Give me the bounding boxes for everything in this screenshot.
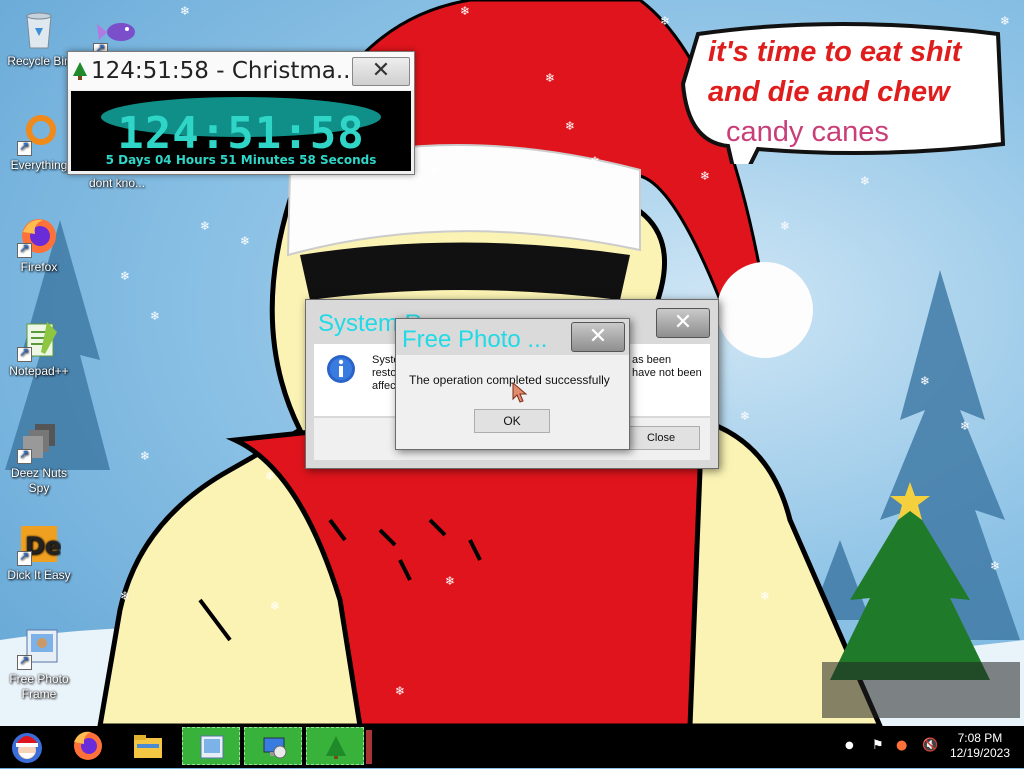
christmas-countdown-window[interactable]: 124:51:58 - Christma... ✕ 124:51:58 5 Da…	[67, 51, 415, 175]
svg-text:❄: ❄	[860, 174, 870, 188]
photo-dialog-title: Free Photo ...	[402, 326, 548, 353]
svg-text:❄: ❄	[545, 71, 555, 85]
taskbar-divider	[366, 730, 372, 764]
recycle-bin-icon	[17, 8, 61, 52]
network-icon[interactable]: ⚑	[872, 738, 884, 753]
desktop-icon-label: Firefox	[20, 260, 58, 274]
dick-it-easy-icon: De	[17, 522, 61, 566]
svg-text:❄: ❄	[960, 419, 970, 433]
desktop-icon-dick-it-easy[interactable]: De Dick It Easy	[0, 522, 78, 583]
svg-text:❄: ❄	[150, 309, 160, 323]
svg-text:❄: ❄	[270, 599, 280, 613]
taskbar-firefox-button[interactable]	[68, 726, 112, 768]
svg-text:❄: ❄	[590, 154, 600, 168]
taskbar-file-explorer-button[interactable]	[128, 726, 172, 768]
svg-text:❄: ❄	[445, 574, 455, 588]
svg-text:❄: ❄	[460, 4, 470, 18]
bubble-line-3: candy canes	[726, 116, 889, 148]
tray-dot-icon[interactable]: ●	[845, 740, 854, 751]
taskbar: ● ⚑ ● 🔇 7:08 PM 12/19/2023	[0, 726, 1024, 768]
svg-text:❄: ❄	[660, 14, 670, 28]
ok-button[interactable]: OK	[474, 409, 550, 433]
deez-nuts-spy-icon	[17, 420, 61, 464]
desktop-icon-notepad-plus-plus[interactable]: Notepad++	[0, 318, 78, 379]
firefox-icon	[17, 214, 61, 258]
photo-dialog-message: The operation completed successfully	[409, 373, 610, 387]
countdown-title: 124:51:58 - Christma...	[91, 58, 358, 84]
photo-dialog-titlebar[interactable]: Free Photo ... ✕	[396, 319, 629, 355]
svg-text:❄: ❄	[120, 269, 130, 283]
firefox-tray-icon[interactable]: ●	[896, 738, 907, 753]
svg-text:❄: ❄	[780, 219, 790, 233]
system-dialog-close-x-button[interactable]: ✕	[656, 308, 710, 338]
notepad-plus-plus-icon	[17, 318, 61, 362]
everything-icon	[17, 112, 61, 156]
mouse-cursor-icon	[512, 382, 528, 403]
taskbar-system-restore-button[interactable]	[244, 727, 302, 765]
santa-start-icon	[12, 733, 42, 763]
svg-text:❄: ❄	[265, 469, 275, 483]
taskbar-countdown-button[interactable]	[306, 727, 364, 765]
svg-text:❄: ❄	[700, 169, 710, 183]
svg-text:❄: ❄	[990, 559, 1000, 573]
countdown-close-button[interactable]: ✕	[352, 57, 410, 86]
shortcut-arrow-icon	[17, 653, 32, 670]
start-button[interactable]	[4, 726, 54, 768]
svg-text:❄: ❄	[760, 589, 770, 603]
desktop-icon-deez-nuts-spy[interactable]: Deez Nuts Spy	[0, 420, 78, 496]
svg-text:❄: ❄	[565, 119, 575, 133]
svg-text:❄: ❄	[430, 164, 440, 178]
christmas-tree-icon	[73, 62, 87, 80]
shortcut-arrow-icon	[17, 549, 32, 566]
system-restore-icon	[263, 737, 287, 759]
desktop-icon-label: Dick It Easy	[7, 568, 71, 582]
clock-time: 7:08 PM	[957, 731, 1003, 745]
speech-bubble: it's time to eat shit and die and chew c…	[678, 14, 1008, 164]
desktop-icon-label: Notepad++	[9, 364, 69, 378]
desktop-icon-label: Deez Nuts Spy	[10, 466, 68, 495]
svg-text:❄: ❄	[240, 234, 250, 248]
firefox-icon	[74, 731, 102, 760]
free-photo-frame-icon	[17, 626, 61, 670]
volume-icon[interactable]: 🔇	[922, 738, 938, 753]
svg-text:❄: ❄	[920, 374, 930, 388]
info-icon	[327, 355, 355, 383]
shortcut-arrow-icon	[17, 241, 32, 258]
file-explorer-icon	[134, 735, 162, 758]
desktop-icon-firefox[interactable]: Firefox	[0, 214, 78, 275]
countdown-detail: 5 Days 04 Hours 51 Minutes 58 Seconds	[105, 153, 377, 167]
desktop-icon-label: dont kno...	[88, 176, 146, 190]
desktop-icon-free-photo-frame[interactable]: Free Photo Frame	[0, 626, 78, 702]
photo-dialog-close-x-button[interactable]: ✕	[571, 322, 625, 352]
svg-text:❄: ❄	[200, 219, 210, 233]
svg-text:❄: ❄	[140, 449, 150, 463]
bubble-line-1: it's time to eat shit	[708, 36, 962, 68]
desktop-icon-dont-know-label-wrap: dont kno...	[78, 176, 156, 191]
svg-text:❄: ❄	[740, 409, 750, 423]
svg-text:❄: ❄	[120, 589, 130, 603]
clock-date: 12/19/2023	[949, 746, 1010, 760]
svg-text:❄: ❄	[395, 684, 405, 698]
shortcut-arrow-icon	[17, 139, 32, 156]
desktop-icon-label: Free Photo Frame	[9, 672, 69, 701]
countdown-time: 124:51:58	[117, 108, 365, 159]
taskbar-photo-frame-button[interactable]	[182, 727, 240, 765]
shortcut-arrow-icon	[17, 345, 32, 362]
svg-text:❄: ❄	[180, 4, 190, 18]
bubble-line-2: and die and chew	[708, 76, 950, 108]
taskbar-clock[interactable]: 7:08 PM 12/19/2023	[950, 731, 1010, 761]
photo-frame-icon	[200, 735, 224, 759]
countdown-display: 124:51:58 5 Days 04 Hours 51 Minutes 58 …	[71, 91, 411, 171]
system-dialog-close-button[interactable]: Close	[622, 426, 700, 450]
countdown-titlebar[interactable]: 124:51:58 - Christma... ✕	[68, 52, 414, 90]
christmas-tree-icon	[326, 736, 346, 759]
system-dialog-message-right: as been have not been	[632, 354, 702, 379]
shortcut-arrow-icon	[17, 447, 32, 464]
